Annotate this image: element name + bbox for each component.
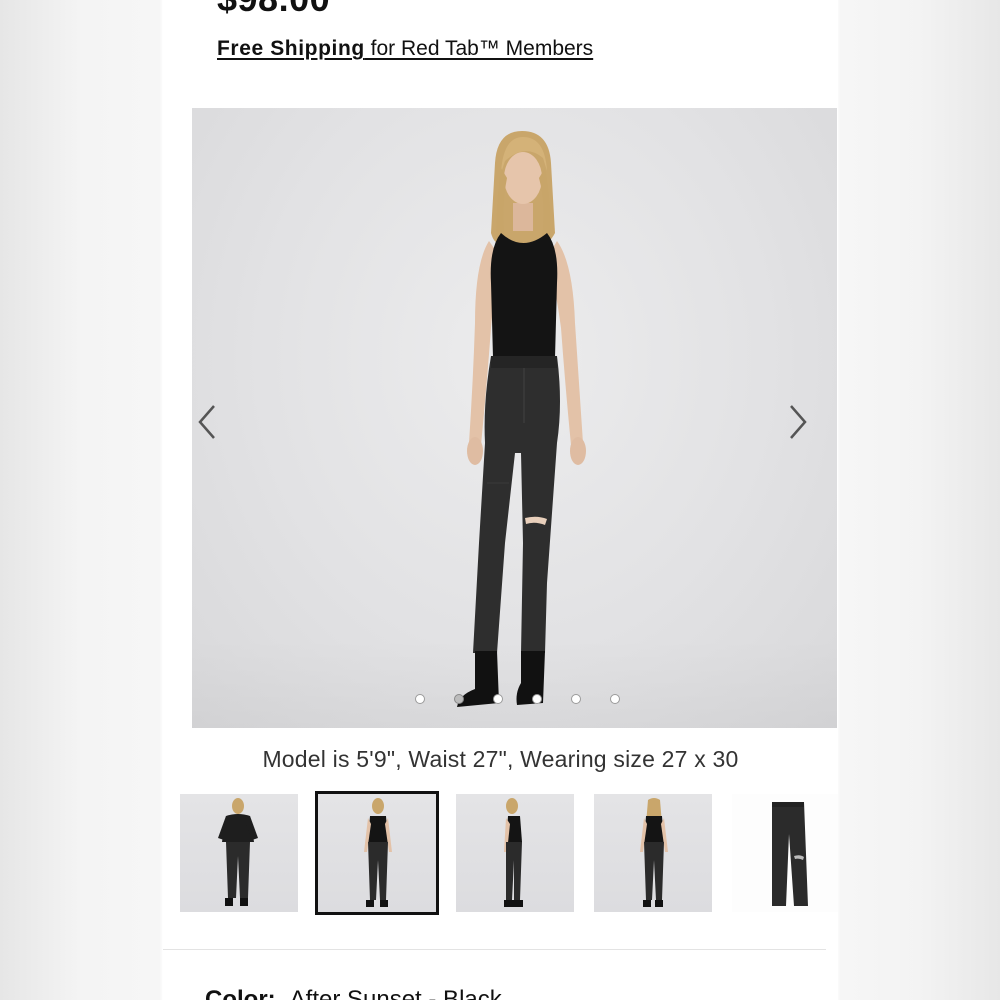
thumbnail-image: [640, 798, 668, 907]
carousel-dot[interactable]: [415, 694, 425, 704]
section-divider: [163, 949, 826, 950]
thumbnail-front[interactable]: [315, 791, 439, 915]
model-size-caption: Model is 5'9", Waist 27", Wearing size 2…: [262, 746, 739, 772]
color-selector-label: Color: After Sunset - Black: [205, 986, 502, 1000]
carousel-next-button[interactable]: [783, 400, 813, 444]
free-shipping-link[interactable]: Free Shipping for Red Tab™ Members: [217, 37, 593, 61]
product-price: $98.00: [217, 0, 330, 20]
carousel-dot[interactable]: [610, 694, 620, 704]
thumbnail-strip: [180, 791, 838, 917]
model-photo: [457, 131, 586, 707]
carousel-dot[interactable]: [493, 694, 503, 704]
carousel-dot[interactable]: [571, 694, 581, 704]
thumbnail-image: [364, 798, 392, 907]
carousel-pagination: [192, 694, 837, 704]
product-image-carousel[interactable]: [192, 108, 837, 728]
free-shipping-label: Free Shipping: [217, 37, 365, 60]
thumbnail-front-jacket[interactable]: [180, 794, 298, 912]
color-value: After Sunset - Black: [289, 986, 502, 1000]
red-tab-members-text: for Red Tab™ Members: [364, 37, 594, 60]
carousel-dot[interactable]: [532, 694, 542, 704]
thumbnail-side[interactable]: [456, 794, 574, 912]
chevron-left-icon: [198, 405, 215, 439]
thumbnail-image: [772, 802, 808, 906]
carousel-prev-button[interactable]: [192, 400, 222, 444]
carousel-dot[interactable]: [454, 694, 464, 704]
thumbnail-product-flat[interactable]: [732, 794, 838, 912]
thumbnail-image: [218, 798, 258, 906]
color-label: Color:: [205, 986, 276, 1000]
thumbnail-image: [504, 798, 523, 907]
thumbnail-back[interactable]: [594, 794, 712, 912]
product-page: $98.00 Free Shipping for Red Tab™ Member…: [163, 0, 838, 1000]
chevron-right-icon: [790, 405, 807, 439]
